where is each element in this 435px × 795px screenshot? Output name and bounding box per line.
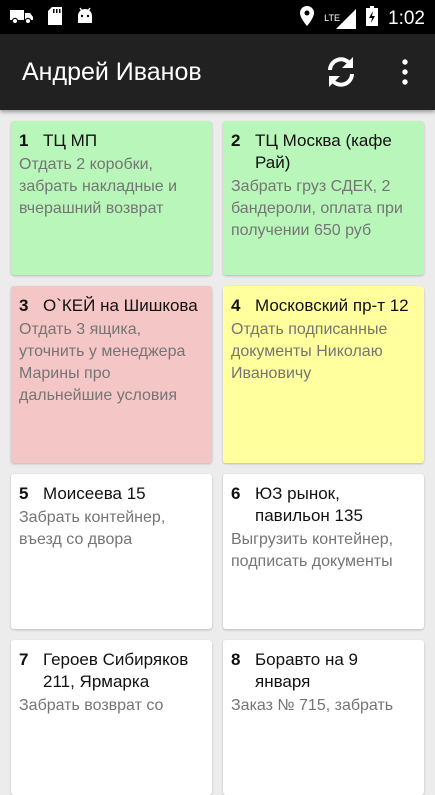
battery-icon <box>366 6 379 31</box>
status-bar-right: LTE 1:02 <box>300 6 425 31</box>
refresh-icon <box>328 57 354 87</box>
task-number: 2 <box>231 131 241 150</box>
task-description: Забрать возврат со <box>19 697 164 714</box>
task-number: 6 <box>231 484 241 503</box>
task-description: Забрать груз СДЕК, 2 бандероли, оплата п… <box>231 178 403 239</box>
task-description: Отдать 2 коробки, забрать накладные и вч… <box>19 156 178 217</box>
more-options-button[interactable] <box>393 56 417 88</box>
task-card-header: 6 ЮЗ рынок, павильон 135 <box>231 483 418 527</box>
task-card[interactable]: 4 Московский пр-т 12 Отдать подписанные … <box>223 286 424 463</box>
task-address: ЮЗ рынок, павильон 135 <box>255 484 363 525</box>
android-icon <box>76 7 94 30</box>
task-card[interactable]: 3 О`КЕЙ на Шишкова Отдать 3 ящика, уточн… <box>11 286 212 463</box>
task-description: Заказ № 715, забрать <box>231 697 394 714</box>
app-bar: Андрей Иванов <box>0 34 435 110</box>
task-card-header: 5 Моисеева 15 <box>19 483 206 505</box>
task-number: 3 <box>19 296 29 315</box>
task-number: 7 <box>19 650 29 669</box>
task-card[interactable]: 1 ТЦ МП Отдать 2 коробки, забрать наклад… <box>11 121 212 275</box>
task-address: ТЦ Москва (кафе Рай) <box>255 131 392 172</box>
clock: 1:02 <box>388 7 425 29</box>
status-bar: LTE 1:02 <box>0 0 435 34</box>
task-card-header: 7 Героев Сибиряков 211, Ярмарка <box>19 649 206 693</box>
task-card-header: 8 Боравто на 9 января <box>231 649 418 693</box>
task-address: О`КЕЙ на Шишкова <box>43 296 198 315</box>
task-description: Забрать контейнер, въезд со двора <box>19 509 166 548</box>
task-number: 1 <box>19 131 29 150</box>
task-card-header: 3 О`КЕЙ на Шишкова <box>19 295 206 317</box>
task-address: Московский пр-т 12 <box>255 296 409 315</box>
task-address: Боравто на 9 января <box>255 650 358 691</box>
task-card[interactable]: 7 Героев Сибиряков 211, Ярмарка Забрать … <box>11 640 212 795</box>
task-card[interactable]: 2 ТЦ Москва (кафе Рай) Забрать груз СДЕК… <box>223 121 424 275</box>
location-icon <box>300 6 315 31</box>
status-bar-left <box>10 7 94 30</box>
task-number: 5 <box>19 484 29 503</box>
truck-icon <box>10 7 34 30</box>
task-address: Героев Сибиряков 211, Ярмарка <box>43 650 189 691</box>
task-description: Отдать 3 ящика, уточнить у менеджера Мар… <box>19 321 186 404</box>
task-description: Отдать подписанные документы Николаю Ива… <box>231 321 388 382</box>
task-card-header: 4 Московский пр-т 12 <box>231 295 418 317</box>
task-card[interactable]: 6 ЮЗ рынок, павильон 135 Выгрузить конте… <box>223 474 424 629</box>
refresh-button[interactable] <box>322 53 360 91</box>
signal-icon: LTE <box>324 8 357 29</box>
task-card[interactable]: 8 Боравто на 9 января Заказ № 715, забра… <box>223 640 424 795</box>
task-grid: 1 ТЦ МП Отдать 2 коробки, забрать наклад… <box>11 121 424 795</box>
task-address: ТЦ МП <box>43 131 98 150</box>
task-number: 8 <box>231 650 241 669</box>
task-card-header: 1 ТЦ МП <box>19 130 206 152</box>
sd-card-icon <box>48 7 62 30</box>
task-card-header: 2 ТЦ Москва (кафе Рай) <box>231 130 418 174</box>
task-card[interactable]: 5 Моисеева 15 Забрать контейнер, въезд с… <box>11 474 212 629</box>
more-vert-icon <box>402 59 408 85</box>
network-type-label: LTE <box>324 12 341 23</box>
task-number: 4 <box>231 296 241 315</box>
task-description: Выгрузить контейнер, подписать документы <box>231 531 394 570</box>
page-title: Андрей Иванов <box>22 58 202 86</box>
task-address: Моисеева 15 <box>43 484 146 503</box>
